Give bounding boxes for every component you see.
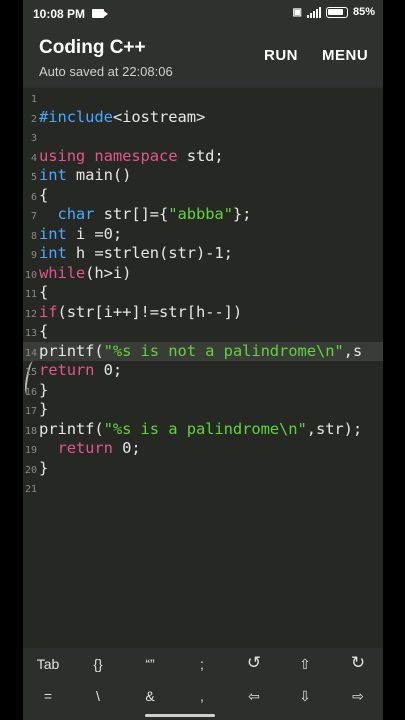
code-text: char str[]={"abbba"}; [57, 205, 252, 223]
data-saver-icon: ▣ [292, 6, 302, 18]
code-line: 18 printf("%s is a palindrome\n",str); [23, 420, 383, 440]
arrow-down-icon[interactable]: ⇩ [285, 688, 325, 705]
line-number: 21 [25, 484, 38, 495]
code-line: 21 [23, 478, 383, 498]
line-number: 10 [25, 269, 38, 281]
line-number: 7 [30, 211, 37, 222]
line-number: 1 [30, 94, 37, 105]
arrow-right-icon[interactable]: ⇨ [338, 688, 378, 705]
redo-icon[interactable]: ↻ [338, 653, 378, 673]
status-time: 10:08 PM [33, 7, 86, 21]
backslash-key[interactable]: \ [78, 688, 118, 704]
line-number: 14 [25, 347, 38, 359]
tab-key[interactable]: Tab [28, 656, 68, 672]
code-text: int h =strlen(str)-1; [39, 244, 233, 262]
menu-button[interactable]: MENU [322, 47, 368, 64]
battery-percent: 85% [352, 6, 375, 18]
line-number: 9 [30, 250, 37, 261]
ampersand-key[interactable]: & [130, 688, 170, 704]
code-text: } [39, 400, 49, 418]
line-number: 20 [25, 464, 38, 476]
line-number: 15 [25, 367, 38, 378]
app-window: 10:08 PM ▣ 85% Coding C++ Auto saved at … [23, 0, 383, 720]
right-letterbox [383, 0, 405, 720]
code-text: { [39, 185, 49, 204]
shift-icon[interactable]: ⇧ [285, 656, 325, 673]
code-editor[interactable]: 1 2 #include<iostream> 3 4 using namespace… [23, 88, 383, 648]
line-number: 5 [30, 172, 37, 183]
line-number: 17 [25, 406, 38, 417]
code-line: 5 int main() [23, 166, 383, 186]
code-text: printf("%s is a palindrome\n",str); [39, 419, 363, 438]
code-line: 11{ [23, 283, 383, 303]
line-number: 3 [30, 133, 37, 144]
line-number: 13 [25, 328, 38, 339]
code-line: 13{ [23, 322, 383, 342]
code-line: 3 [23, 127, 383, 147]
semicolon-key[interactable]: ; [182, 656, 222, 672]
status-bar: 10:08 PM ▣ 85% [23, 0, 383, 28]
code-line: 16} [23, 381, 383, 401]
code-line: 10 while(h>i) [23, 264, 383, 284]
code-line: 4 using namespace std; [23, 147, 383, 167]
code-text: while(h>i) [39, 263, 132, 282]
code-line: 1 [23, 88, 383, 108]
run-button[interactable]: RUN [264, 47, 298, 64]
comma-key[interactable]: , [182, 688, 222, 704]
code-line: 6{ [23, 186, 383, 206]
code-text: return 0; [39, 361, 123, 379]
line-number: 18 [25, 425, 38, 437]
code-line: 8 int i =0; [23, 225, 383, 245]
line-number: 16 [25, 386, 38, 398]
code-text: } [39, 458, 49, 477]
battery-icon [325, 6, 348, 18]
app-title: Coding C++ [39, 37, 146, 58]
arrow-left-icon[interactable]: ⇦ [234, 688, 274, 705]
code-text: if(str[i++]!=str[h--]) [39, 302, 243, 321]
line-number: 12 [25, 308, 38, 320]
home-indicator[interactable] [145, 714, 215, 717]
code-line: 20} [23, 459, 383, 479]
code-line: 15 return 0; [23, 360, 383, 396]
app-bar: Coding C++ Auto saved at 22:08:06 RUN ME… [23, 28, 383, 86]
autosave-status: Auto saved at 22:08:06 [39, 64, 173, 79]
code-text: printf("%s is not a palindrome\n",s [39, 341, 363, 360]
line-number: 6 [30, 191, 37, 203]
video-camera-icon [92, 9, 108, 18]
status-icons: ▣ 85% [293, 6, 375, 18]
code-text: { [39, 322, 49, 340]
line-number: 4 [30, 152, 37, 164]
braces-key[interactable]: {} [78, 656, 118, 672]
code-line: 7 char str[]={"abbba"}; [23, 205, 383, 225]
undo-icon[interactable]: ↺ [234, 653, 274, 673]
equals-key[interactable]: = [28, 688, 68, 704]
signal-icon [306, 6, 321, 18]
code-line: 9 int h =strlen(str)-1; [23, 244, 383, 264]
code-line: 12 if(str[i++]!=str[h--]) [23, 303, 383, 323]
code-text: } [39, 380, 49, 399]
code-text: { [39, 283, 49, 301]
code-line: 2 #include<iostream> [23, 108, 383, 128]
code-text: int main() [39, 166, 132, 184]
symbol-keyboard-bar: Tab {} “” ; ↺ ⇧ ↻ = \ & , ⇦ ⇩ ⇨ [23, 648, 383, 720]
code-line-current: 14 printf("%s is not a palindrome\n",s [23, 341, 383, 361]
code-text: int i =0; [39, 224, 123, 243]
code-line: 17} [23, 400, 383, 420]
line-number: 8 [30, 230, 37, 242]
code-text: #include<iostream> [39, 107, 206, 126]
code-text: using namespace std; [39, 146, 224, 165]
code-line: 19 return 0; [23, 439, 383, 459]
line-number: 19 [25, 445, 38, 456]
code-text: return 0; [57, 439, 141, 457]
line-number: 2 [30, 113, 37, 125]
line-number: 11 [25, 289, 38, 300]
left-letterbox [0, 0, 23, 720]
quotes-key[interactable]: “” [130, 656, 170, 672]
